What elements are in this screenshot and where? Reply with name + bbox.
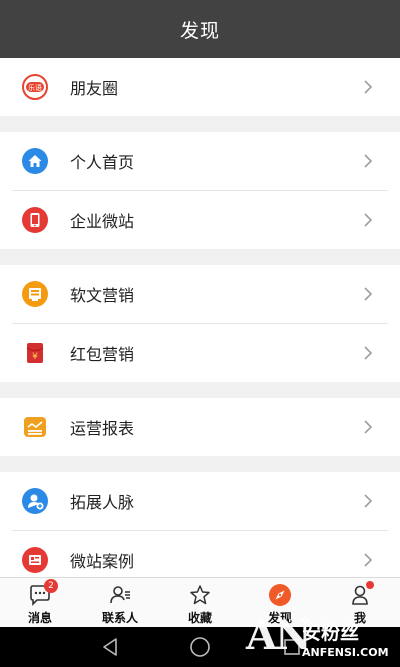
chevron-right-icon [364,420,373,434]
tab-messages[interactable]: 2 消息 [0,578,80,627]
section-gap [0,116,400,132]
menu-item-moments[interactable]: 乐语 朋友圈 [0,58,400,116]
menu-group-1: 乐语 朋友圈 [0,58,400,116]
menu-label-network: 拓展人脉 [70,493,135,512]
tablet-icon [22,207,48,233]
site-watermark: AN 安粉丝 ANFENSI.COM [246,612,396,667]
report-icon [24,417,46,437]
unread-badge: 2 [44,579,58,593]
menu-label-redpacket: 红包营销 [70,345,135,364]
watermark-url: ANFENSI.COM [302,646,389,659]
add-contact-icon [22,488,48,514]
home-button-icon[interactable] [188,635,212,659]
chevron-right-icon [364,154,373,168]
notification-dot [366,581,374,589]
star-icon [190,585,210,605]
menu-group-5: 拓展人脉 微站案例 [0,472,400,589]
red-envelope-icon: ¥ [26,343,44,363]
document-icon [22,281,48,307]
home-icon [22,148,48,174]
chevron-right-icon [364,346,373,360]
lequ-chat-icon: 乐语 [22,74,48,100]
section-gap [0,382,400,398]
tab-label-contacts: 联系人 [101,611,138,625]
menu-item-network[interactable]: 拓展人脉 [0,472,400,530]
menu-item-homepage[interactable]: 个人首页 [0,132,400,190]
menu-item-microsite[interactable]: 企业微站 [0,191,400,249]
tab-favorites[interactable]: 收藏 [160,578,240,627]
back-icon[interactable] [98,635,122,659]
menu-item-softtext[interactable]: 软文营销 [0,265,400,323]
section-gap [0,456,400,472]
case-icon [22,547,48,573]
tab-label-favorites: 收藏 [187,611,212,625]
chevron-right-icon [364,287,373,301]
tab-label-messages: 消息 [27,611,52,625]
menu-item-reports[interactable]: 运营报表 [0,398,400,456]
section-gap [0,249,400,265]
menu-label-softtext: 软文营销 [70,286,135,305]
tab-contacts[interactable]: 联系人 [80,578,160,627]
chevron-right-icon [364,80,373,94]
svg-text:¥: ¥ [32,352,38,362]
watermark-logo: AN [246,612,312,659]
menu-label-homepage: 个人首页 [70,153,135,172]
chevron-right-icon [364,213,373,227]
menu-label-microsite: 企业微站 [70,212,135,231]
compass-icon [269,584,291,606]
discover-screen: 发现 乐语 朋友圈 个人首页 企业微站 软文营销 ¥ 红包营销 运营报表 拓展人… [0,0,400,667]
menu-label-cases: 微站案例 [70,552,135,571]
discover-menu: 乐语 朋友圈 个人首页 企业微站 软文营销 ¥ 红包营销 运营报表 拓展人脉 微… [0,58,400,589]
title-bar: 发现 [0,0,400,58]
menu-item-redpacket[interactable]: ¥ 红包营销 [0,324,400,382]
menu-label-reports: 运营报表 [70,419,135,438]
menu-group-4: 运营报表 [0,398,400,456]
chevron-right-icon [364,494,373,508]
chevron-right-icon [364,553,373,567]
menu-group-2: 个人首页 企业微站 [0,132,400,249]
menu-group-3: 软文营销 ¥ 红包营销 [0,265,400,382]
watermark-chinese: 安粉丝 [302,622,360,644]
menu-label-moments: 朋友圈 [70,79,119,98]
page-title: 发现 [179,19,220,42]
svg-text:乐语: 乐语 [28,83,42,92]
contacts-icon [110,586,130,604]
